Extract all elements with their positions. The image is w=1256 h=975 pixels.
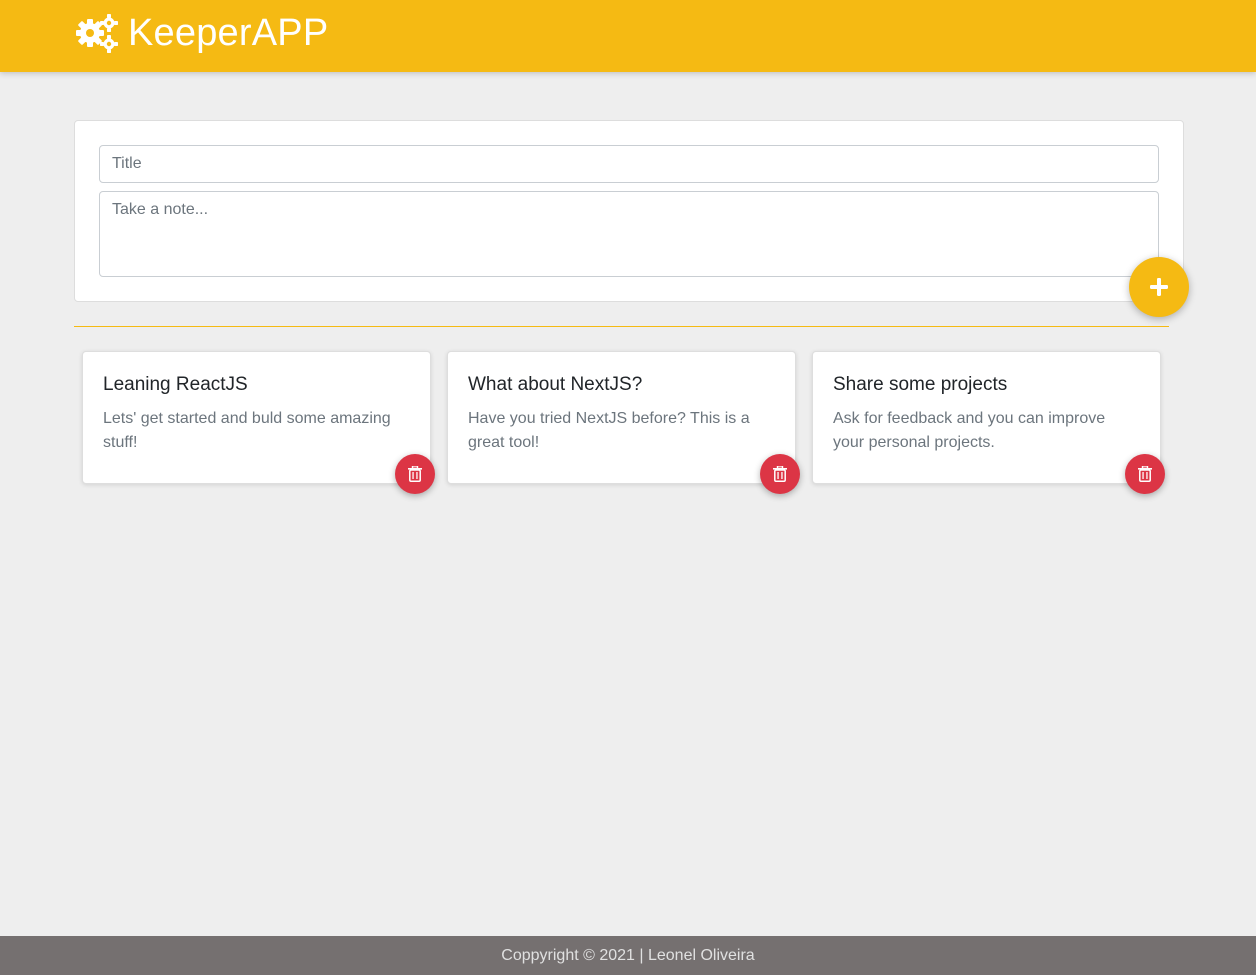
note-content: Ask for feedback and you can improve you… [833, 410, 1106, 451]
gears-icon [76, 14, 118, 53]
app-header: KeeperAPP [0, 0, 1256, 72]
app-footer: Coppyright © 2021 | Leonel Oliveira [0, 936, 1256, 975]
trash-icon [408, 466, 422, 482]
delete-note-button[interactable] [1125, 454, 1165, 494]
plus-icon [1150, 278, 1168, 296]
note-title: Leaning ReactJS [103, 374, 248, 395]
add-note-button[interactable] [1129, 257, 1189, 317]
delete-note-button[interactable] [760, 454, 800, 494]
app-title: KeeperAPP [128, 12, 329, 54]
trash-icon [1138, 466, 1152, 482]
create-note-form [74, 120, 1184, 302]
note-card: Share some projects Ask for feedback and… [812, 351, 1165, 494]
note-card: What about NextJS? Have you tried NextJS… [447, 351, 800, 494]
note-title: What about NextJS? [468, 374, 643, 395]
note-content: Have you tried NextJS before? This is a … [468, 410, 750, 451]
trash-icon [773, 466, 787, 482]
note-card: Leaning ReactJS Lets' get started and bu… [82, 351, 435, 494]
delete-note-button[interactable] [395, 454, 435, 494]
brand: KeeperAPP [74, 9, 328, 57]
note-title-input[interactable] [99, 145, 1159, 183]
note-content: Lets' get started and buld some amazing … [103, 410, 391, 451]
note-content-textarea[interactable] [99, 191, 1159, 277]
copyright-text: Coppyright © 2021 | Leonel Oliveira [501, 946, 755, 964]
section-divider [74, 326, 1169, 327]
note-title: Share some projects [833, 374, 1008, 395]
